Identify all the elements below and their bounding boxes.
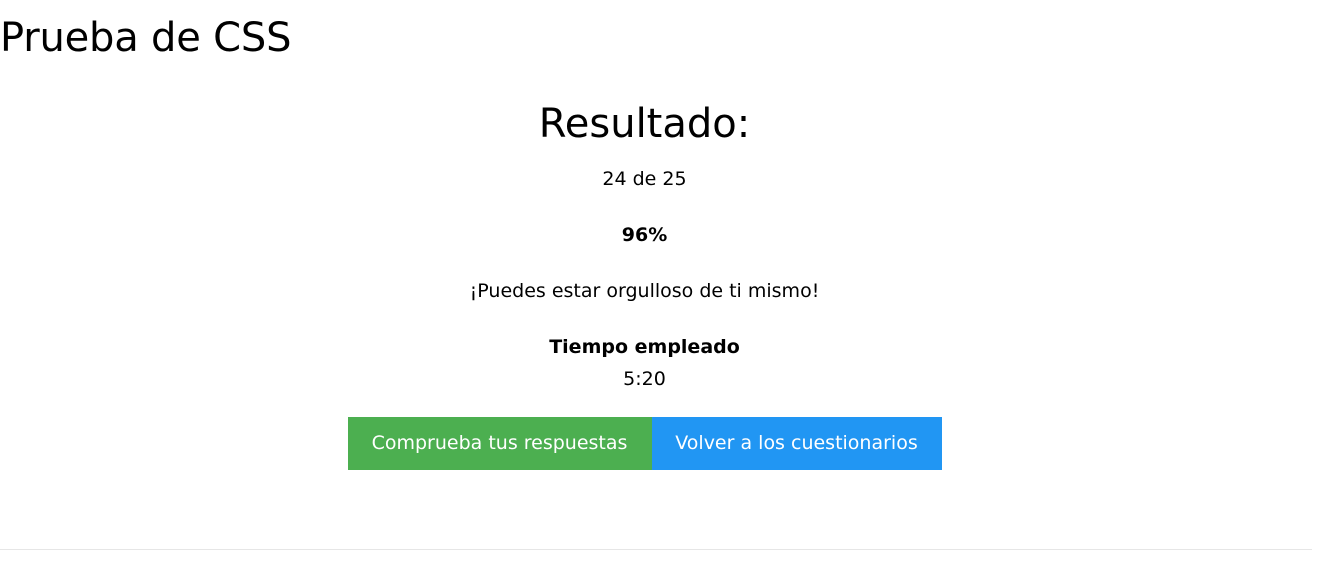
- time-spent-value: 5:20: [623, 368, 666, 390]
- quiz-result-page: Prueba de CSS Resultado: 24 de 25 96% ¡P…: [0, 0, 1342, 575]
- result-heading: Resultado:: [538, 101, 751, 147]
- check-answers-button[interactable]: Comprueba tus respuestas: [347, 417, 652, 470]
- back-to-quizzes-button[interactable]: Volver a los cuestionarios: [651, 417, 942, 470]
- result-panel: Resultado: 24 de 25 96% ¡Puedes estar or…: [0, 96, 1289, 470]
- bottom-divider: [0, 549, 1312, 550]
- action-buttons: Comprueba tus respuestas Volver a los cu…: [0, 417, 1289, 470]
- score-text: 24 de 25: [602, 168, 687, 190]
- percent-score: 96%: [621, 224, 668, 246]
- page-title: Prueba de CSS: [0, 15, 292, 61]
- result-message: ¡Puedes estar orgulloso de ti mismo!: [469, 280, 820, 302]
- time-spent-label: Tiempo empleado: [549, 336, 740, 358]
